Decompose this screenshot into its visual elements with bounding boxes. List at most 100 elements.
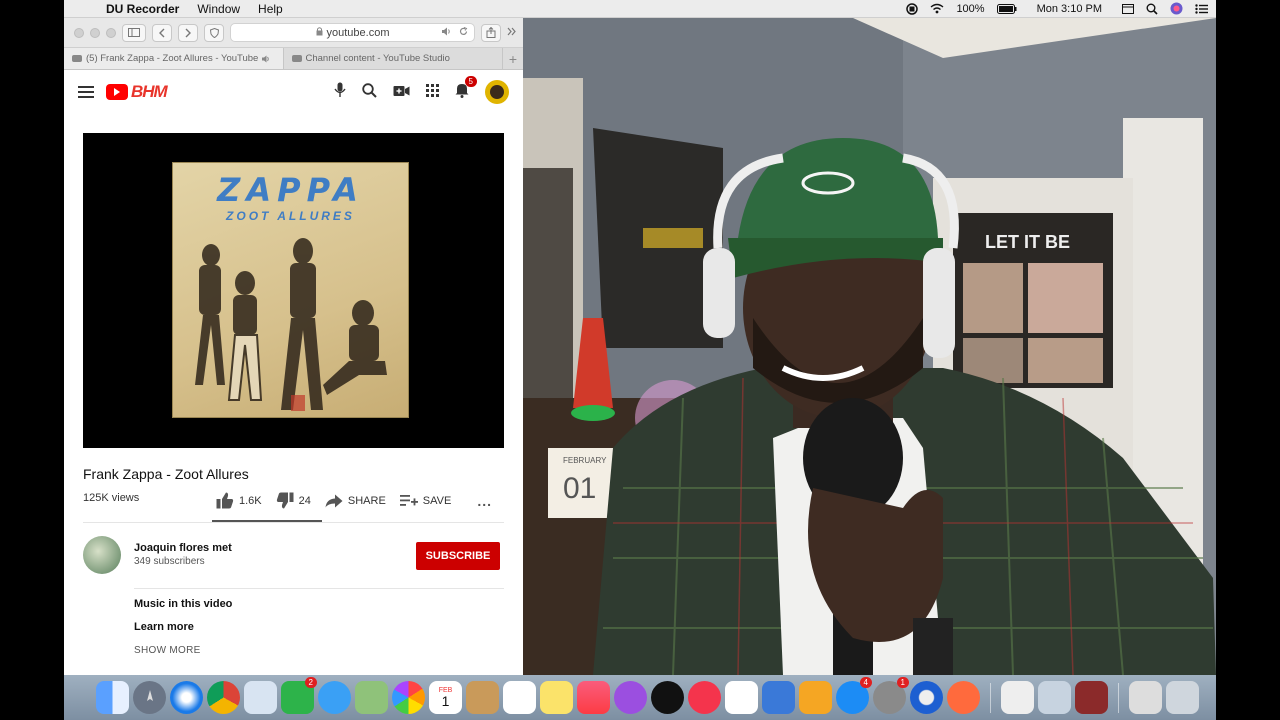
- search-icon[interactable]: [362, 82, 377, 102]
- battery-icon[interactable]: [996, 3, 1017, 14]
- notification-badge: 5: [464, 76, 477, 87]
- thumbs-up-icon: [216, 492, 234, 509]
- hamburger-menu-icon[interactable]: [78, 86, 94, 98]
- notification-center-icon[interactable]: [1195, 3, 1208, 14]
- view-count: 125K views: [83, 492, 140, 504]
- clock[interactable]: Mon 3:10 PM: [1037, 3, 1102, 15]
- address-bar[interactable]: youtube.com: [230, 23, 475, 42]
- messages-icon[interactable]: [318, 681, 351, 714]
- pages-icon[interactable]: [799, 681, 832, 714]
- youtube-play-icon: [106, 84, 128, 100]
- launchpad-icon[interactable]: [133, 681, 166, 714]
- record-icon[interactable]: [906, 2, 919, 15]
- channel-name[interactable]: Joaquin flores met: [134, 542, 232, 554]
- music-icon[interactable]: [577, 681, 610, 714]
- share-button[interactable]: SHARE: [325, 494, 386, 508]
- apple-tv-icon[interactable]: [651, 681, 684, 714]
- menu-app-name[interactable]: DU Recorder: [106, 2, 179, 16]
- photos-icon[interactable]: [392, 681, 425, 714]
- new-tab-button[interactable]: +: [503, 48, 523, 69]
- quicktime-icon[interactable]: [910, 681, 943, 714]
- account-avatar[interactable]: [485, 80, 509, 104]
- apps-grid-icon[interactable]: [426, 83, 439, 101]
- channel-avatar[interactable]: [83, 536, 121, 574]
- calendar-day: 1: [441, 693, 450, 709]
- calendar-day-text: 01: [563, 472, 596, 505]
- text-document-icon[interactable]: [1001, 681, 1034, 714]
- podcasts-icon[interactable]: [614, 681, 647, 714]
- chrome-icon[interactable]: [207, 681, 240, 714]
- notes-icon[interactable]: [540, 681, 573, 714]
- shield-button[interactable]: [204, 23, 224, 42]
- preview-icon[interactable]: [244, 681, 277, 714]
- youtube-logo[interactable]: BHM: [106, 82, 168, 102]
- preferences-badge: 1: [896, 677, 909, 688]
- downloads-folder-icon[interactable]: [1129, 681, 1162, 714]
- reminders-icon[interactable]: [503, 681, 536, 714]
- video-player[interactable]: ZAPPA ZOOT ALLURES: [83, 133, 504, 448]
- shield-icon: [209, 27, 219, 38]
- microphone-icon[interactable]: [334, 82, 346, 102]
- album-subtitle: ZOOT ALLURES: [226, 209, 355, 223]
- safari-icon[interactable]: [170, 681, 203, 714]
- menu-bar: DU Recorder Window Help 100% Mon 3:10 PM: [64, 0, 1216, 18]
- tab-youtube-studio[interactable]: Channel content - YouTube Studio: [284, 48, 503, 69]
- right-letterbox: [1216, 0, 1280, 720]
- du-recorder-icon[interactable]: [947, 681, 980, 714]
- speaker-icon[interactable]: [442, 27, 452, 39]
- sidebar-button[interactable]: [122, 23, 146, 42]
- screenshot-icon[interactable]: [1038, 681, 1071, 714]
- contacts-icon[interactable]: [466, 681, 499, 714]
- close-button[interactable]: [74, 27, 84, 38]
- calendar-icon[interactable]: FEB 1: [429, 681, 462, 714]
- menu-help[interactable]: Help: [258, 2, 283, 16]
- show-more-button[interactable]: SHOW MORE: [134, 645, 201, 656]
- calendar-month-text: FEBRUARY: [563, 456, 607, 465]
- minimize-button[interactable]: [90, 27, 100, 38]
- divider: [134, 588, 504, 589]
- dislike-button[interactable]: 24: [276, 492, 311, 509]
- forward-button[interactable]: [178, 23, 198, 42]
- back-button[interactable]: [152, 23, 172, 42]
- lock-icon: [316, 27, 323, 38]
- reload-icon[interactable]: [459, 26, 468, 39]
- like-button[interactable]: 1.6K: [216, 492, 262, 509]
- svg-text:01: 01: [563, 472, 596, 505]
- band-photo-image: [195, 238, 387, 411]
- share-arrow-icon: [325, 494, 343, 507]
- zoom-button[interactable]: [106, 27, 116, 38]
- search-icon[interactable]: [1146, 3, 1158, 15]
- more-actions-icon[interactable]: ...: [477, 493, 492, 509]
- app-store-icon[interactable]: 4: [836, 677, 872, 714]
- learn-more-link[interactable]: Learn more: [134, 621, 194, 633]
- share-label: SHARE: [347, 494, 386, 507]
- subscribe-button[interactable]: SUBSCRIBE: [416, 542, 500, 570]
- svg-text:FEBRUARY: FEBRUARY: [563, 456, 607, 465]
- dock-separator: [990, 682, 991, 713]
- system-preferences-icon[interactable]: 1: [873, 677, 909, 714]
- create-video-icon[interactable]: [393, 84, 410, 101]
- facetime-badge: 2: [304, 677, 317, 688]
- siri-icon[interactable]: [1170, 2, 1183, 15]
- numbers-icon[interactable]: [725, 681, 758, 714]
- wifi-icon[interactable]: [930, 3, 944, 14]
- youtube-favicon-icon: [72, 55, 82, 62]
- maps-icon[interactable]: [355, 681, 388, 714]
- trash-icon[interactable]: [1166, 681, 1199, 714]
- overflow-chevron-icon[interactable]: [507, 27, 517, 39]
- tab-youtube-video[interactable]: (5) Frank Zappa - Zoot Allures - YouTube: [64, 48, 284, 69]
- notifications-button[interactable]: 5: [455, 76, 477, 102]
- news-icon[interactable]: [688, 681, 721, 714]
- facetime-icon[interactable]: 2: [281, 677, 317, 714]
- poster-text: LET IT BE: [985, 232, 1070, 252]
- share-icon: [486, 27, 496, 38]
- save-button[interactable]: SAVE: [399, 494, 451, 507]
- window-icon[interactable]: [1122, 3, 1134, 14]
- subscriber-count: 349 subscribers: [134, 556, 205, 567]
- share-toolbar-button[interactable]: [481, 23, 501, 42]
- keynote-icon[interactable]: [762, 681, 795, 714]
- photo-stack-icon[interactable]: [1075, 681, 1108, 714]
- menu-window[interactable]: Window: [197, 2, 240, 16]
- finder-icon[interactable]: [96, 681, 129, 714]
- like-count: 1.6K: [239, 494, 262, 507]
